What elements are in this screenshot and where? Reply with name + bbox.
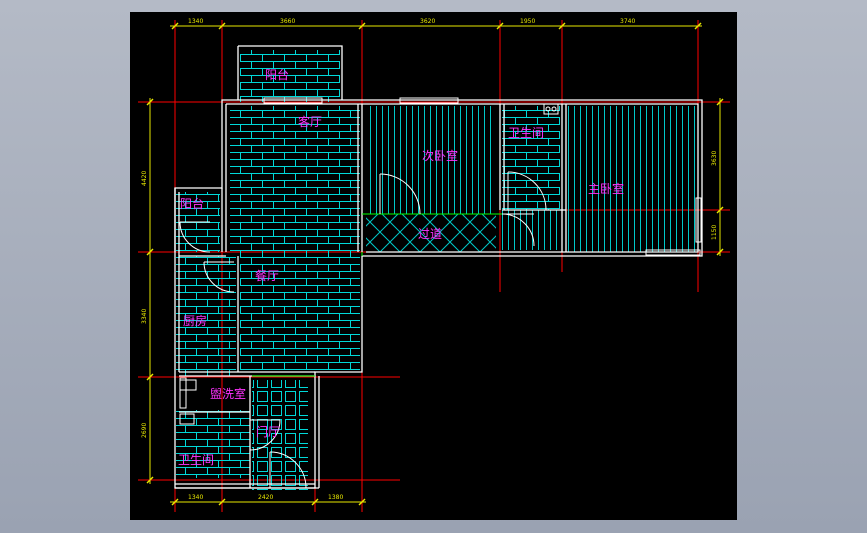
room-label-laundry: 盥洗室 [210,386,246,401]
room-label-balcony-top: 阳台 [265,67,289,82]
cad-drawing-viewport[interactable]: 阳台 客厅 次卧室 卫生间 主卧室 过道 阳台 餐厅 厨房 盥洗室 门厅 卫生间… [130,12,737,520]
room-label-dining: 餐厅 [255,268,279,283]
room-label-foyer: 门厅 [256,424,280,439]
dim-left-3: 2690 [141,423,148,438]
floor-plan-drawing: 阳台 客厅 次卧室 卫生间 主卧室 过道 阳台 餐厅 厨房 盥洗室 门厅 卫生间… [138,18,730,512]
room-label-living: 客厅 [298,114,322,129]
dim-top-1: 1340 [188,18,203,25]
room-label-corridor: 过道 [418,227,442,241]
dim-top-5: 3740 [620,18,635,25]
room-label-kitchen: 厨房 [183,313,207,328]
room-label-bath-bottom: 卫生间 [178,453,214,467]
dim-top-4: 1950 [520,18,535,25]
room-label-bath-top: 卫生间 [508,126,544,140]
dim-right-2: 1150 [711,225,718,240]
floor-fills [176,50,696,490]
dim-right-1: 3630 [711,151,718,166]
dim-bottom-1: 1340 [188,494,203,501]
dim-bottom-3: 1380 [328,494,343,501]
dim-bottom-2: 2420 [258,494,273,501]
room-label-balcony-left: 阳台 [180,196,204,211]
dim-left-1: 4420 [141,171,148,186]
dim-left-2: 3340 [141,309,148,324]
dim-top-3: 3620 [420,18,435,25]
room-label-bedroom2: 次卧室 [422,148,458,163]
room-label-master: 主卧室 [588,181,624,196]
dim-top-2: 3660 [280,18,295,25]
